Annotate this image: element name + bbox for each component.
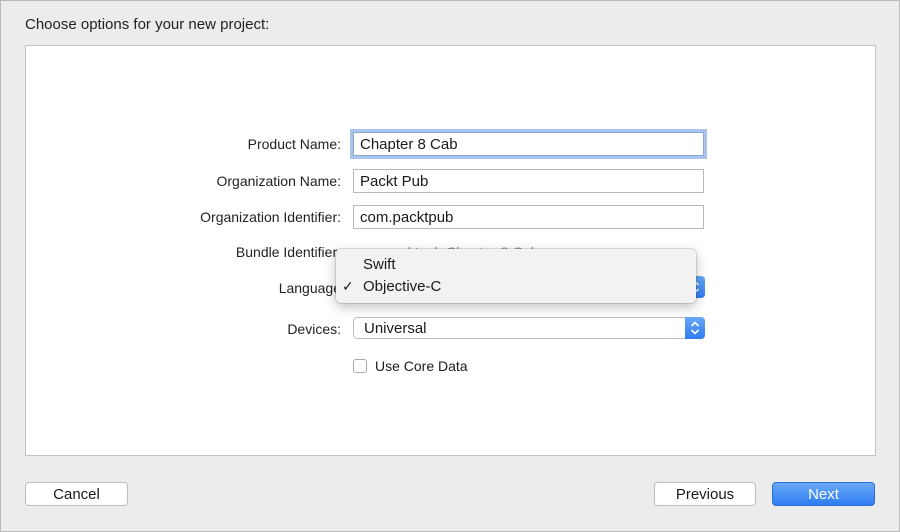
new-project-options-sheet: Choose options for your new project: Pro… <box>0 0 900 532</box>
cancel-button[interactable]: Cancel <box>25 482 128 506</box>
devices-stepper-icon <box>685 317 705 339</box>
organization-identifier-field[interactable] <box>353 205 704 229</box>
product-name-label: Product Name: <box>247 136 341 152</box>
devices-label: Devices: <box>287 321 341 337</box>
language-label: Language <box>278 280 341 296</box>
language-option-label: Swift <box>363 256 396 273</box>
organization-name-label: Organization Name: <box>216 173 341 189</box>
checkmark-icon: ✓ <box>342 278 354 294</box>
product-name-field[interactable] <box>353 132 704 156</box>
language-option-swift[interactable]: Swift <box>336 254 696 276</box>
devices-popup[interactable]: Universal <box>353 317 705 339</box>
language-option-objective-c[interactable]: ✓ Objective-C <box>336 276 696 298</box>
use-core-data-label: Use Core Data <box>375 358 468 374</box>
language-dropdown-menu: Swift ✓ Objective-C <box>336 249 696 303</box>
organization-identifier-label: Organization Identifier: <box>200 209 341 225</box>
language-option-label: Objective-C <box>363 278 442 295</box>
organization-name-field[interactable] <box>353 169 704 193</box>
sheet-heading: Choose options for your new project: <box>25 16 270 33</box>
use-core-data-checkbox[interactable] <box>353 359 367 373</box>
next-button[interactable]: Next <box>772 482 875 506</box>
devices-popup-value: Universal <box>364 320 427 337</box>
previous-button[interactable]: Previous <box>654 482 756 506</box>
bundle-identifier-label: Bundle Identifier: <box>235 244 341 260</box>
